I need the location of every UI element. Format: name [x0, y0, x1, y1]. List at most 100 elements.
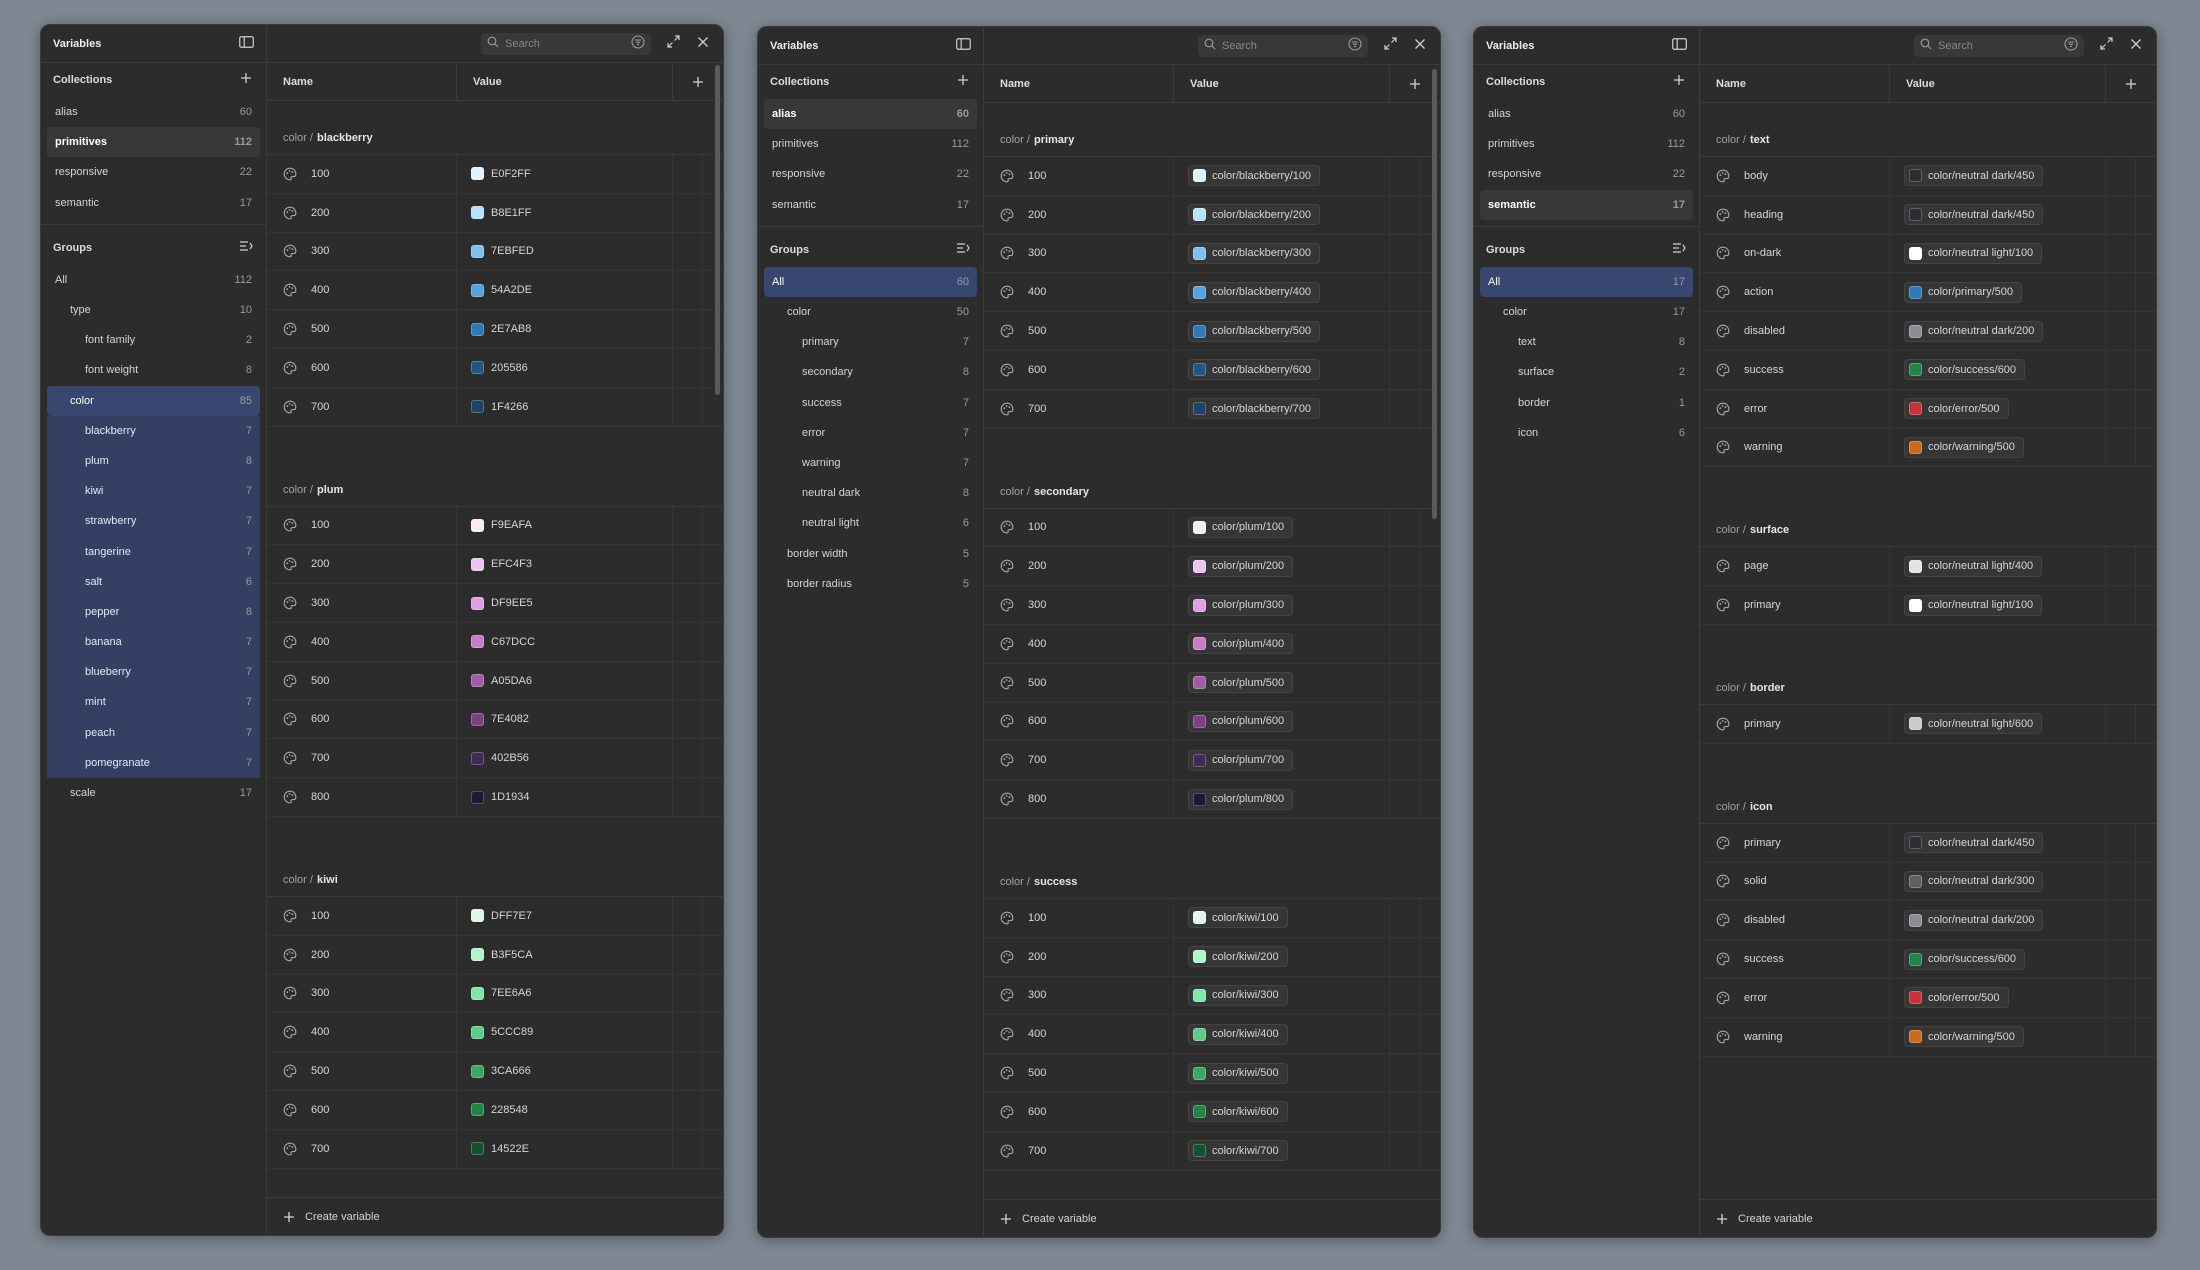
variable-name-cell[interactable]: 300 [267, 584, 457, 622]
group-item-peach[interactable]: peach 7 [47, 717, 260, 748]
alias-chip[interactable]: color/neutral dark/200 [1904, 320, 2044, 342]
mode-cell[interactable] [673, 387, 703, 426]
mode-cell[interactable] [673, 1129, 703, 1168]
variable-row[interactable]: body color/neutral dark/450 [1700, 157, 2156, 196]
scrollbar[interactable] [1432, 69, 1437, 519]
color-swatch[interactable] [471, 322, 484, 336]
alias-chip[interactable]: color/blackberry/200 [1188, 204, 1321, 226]
group-item-mint[interactable]: mint 7 [47, 687, 260, 718]
alias-chip[interactable]: color/plum/300 [1188, 594, 1294, 616]
group-item-icon[interactable]: icon 6 [1480, 418, 1693, 448]
collection-item-primitives[interactable]: primitives 112 [764, 129, 977, 159]
search-input[interactable]: Search [481, 32, 651, 55]
variable-name-cell[interactable]: primary [1700, 823, 1890, 862]
mode-cell[interactable] [1390, 1092, 1420, 1131]
variable-row[interactable]: 200 color/kiwi/200 [984, 937, 1440, 977]
variable-value-cell[interactable]: EFC4F3 [457, 545, 673, 584]
color-swatch[interactable] [1193, 169, 1206, 183]
mode-cell[interactable] [1390, 389, 1420, 428]
group-item-color[interactable]: color 85 [47, 385, 260, 416]
variable-name-cell[interactable]: warning [1700, 428, 1890, 467]
alias-chip[interactable]: color/error/500 [1904, 987, 2009, 1009]
variable-value-cell[interactable]: color/neutral light/100 [1890, 234, 2106, 273]
groups-sort-icon[interactable] [955, 242, 971, 258]
filter-icon[interactable] [631, 35, 645, 52]
variable-name-cell[interactable]: 700 [267, 387, 457, 426]
variable-value-cell[interactable]: color/warning/500 [1890, 1017, 2106, 1056]
group-item-color[interactable]: color 50 [764, 297, 977, 327]
color-swatch[interactable] [1909, 363, 1922, 377]
variable-name-cell[interactable]: primary [1700, 704, 1890, 743]
mode-cell[interactable] [673, 584, 703, 622]
variable-name-cell[interactable]: solid [1700, 862, 1890, 901]
collection-item-responsive[interactable]: responsive 22 [764, 159, 977, 189]
group-item-font-family[interactable]: font family 2 [47, 325, 260, 355]
group-item-plum[interactable]: plum 8 [47, 445, 260, 477]
variable-value-cell[interactable]: 3CA666 [457, 1052, 673, 1090]
variable-name-cell[interactable]: 400 [984, 273, 1174, 312]
alias-chip[interactable]: color/kiwi/500 [1188, 1062, 1288, 1084]
variable-row[interactable]: page color/neutral light/400 [1700, 547, 2156, 587]
variable-name-cell[interactable]: 800 [984, 780, 1174, 818]
variable-value-cell[interactable]: 1F4266 [457, 387, 673, 426]
group-item-banana[interactable]: banana 7 [47, 627, 260, 658]
mode-cell[interactable] [673, 935, 703, 974]
variable-name-cell[interactable]: 100 [984, 157, 1174, 195]
alias-chip[interactable]: color/kiwi/600 [1188, 1101, 1288, 1123]
group-item-surface[interactable]: surface 2 [1480, 357, 1693, 387]
color-swatch[interactable] [1909, 559, 1922, 573]
mode-cell[interactable] [2106, 978, 2136, 1017]
color-swatch[interactable] [471, 1142, 484, 1156]
variable-name-cell[interactable]: 300 [267, 232, 457, 271]
variable-row[interactable]: 100 color/kiwi/100 [984, 898, 1440, 938]
color-swatch[interactable] [1193, 363, 1206, 377]
alias-chip[interactable]: color/neutral dark/450 [1904, 832, 2044, 854]
variable-row[interactable]: 500 color/blackberry/500 [984, 312, 1440, 351]
mode-cell[interactable] [2106, 547, 2136, 586]
add-collection-icon[interactable] [238, 72, 254, 88]
variable-row[interactable]: 200 B3F5CA [267, 935, 723, 975]
variable-row[interactable]: 300 7EE6A6 [267, 974, 723, 1014]
mode-cell[interactable] [673, 310, 703, 348]
alias-chip[interactable]: color/neutral dark/450 [1904, 165, 2044, 187]
mode-cell[interactable] [2106, 940, 2136, 978]
variable-value-cell[interactable]: 2E7AB8 [457, 310, 673, 348]
collection-item-alias[interactable]: alias 60 [1480, 99, 1693, 129]
color-swatch[interactable] [471, 518, 484, 532]
color-swatch[interactable] [1193, 714, 1206, 728]
add-collection-icon[interactable] [1671, 74, 1687, 90]
variable-name-cell[interactable]: disabled [1700, 901, 1890, 940]
color-swatch[interactable] [471, 283, 484, 297]
variable-name-cell[interactable]: on-dark [1700, 234, 1890, 273]
mode-cell[interactable] [1390, 1131, 1420, 1170]
collection-item-semantic[interactable]: semantic 17 [47, 188, 260, 218]
mode-cell[interactable] [673, 622, 703, 661]
variable-row[interactable]: 300 color/blackberry/300 [984, 234, 1440, 274]
mode-cell[interactable] [1390, 741, 1420, 780]
variable-row[interactable]: 300 DF9EE5 [267, 584, 723, 623]
variable-row[interactable]: 200 EFC4F3 [267, 545, 723, 585]
variable-name-cell[interactable]: 500 [984, 1054, 1174, 1092]
alias-chip[interactable]: color/plum/600 [1188, 710, 1294, 732]
color-swatch[interactable] [1193, 285, 1206, 299]
variable-row[interactable]: 100 color/plum/100 [984, 508, 1440, 548]
mode-cell[interactable] [673, 545, 703, 584]
mode-cell[interactable] [1390, 624, 1420, 663]
variable-row[interactable]: 700 color/kiwi/700 [984, 1131, 1440, 1171]
variable-value-cell[interactable]: color/blackberry/600 [1174, 350, 1390, 389]
variable-value-cell[interactable]: color/plum/800 [1174, 780, 1390, 818]
name-column-header[interactable]: Name [1700, 65, 1890, 102]
variable-value-cell[interactable]: color/blackberry/200 [1174, 195, 1390, 234]
mode-cell[interactable] [2106, 704, 2136, 743]
mode-cell[interactable] [1390, 937, 1420, 976]
variable-value-cell[interactable]: color/blackberry/100 [1174, 157, 1390, 195]
mode-cell[interactable] [1390, 780, 1420, 818]
variable-name-cell[interactable]: 500 [267, 1052, 457, 1090]
alias-chip[interactable]: color/plum/200 [1188, 555, 1294, 577]
create-variable-button[interactable]: Create variable [984, 1199, 1440, 1237]
variable-name-cell[interactable]: page [1700, 547, 1890, 586]
value-column-header[interactable]: Value [1174, 65, 1390, 102]
variable-name-cell[interactable]: 500 [267, 310, 457, 348]
variable-name-cell[interactable]: 300 [984, 234, 1174, 273]
mode-cell[interactable] [2106, 195, 2136, 234]
